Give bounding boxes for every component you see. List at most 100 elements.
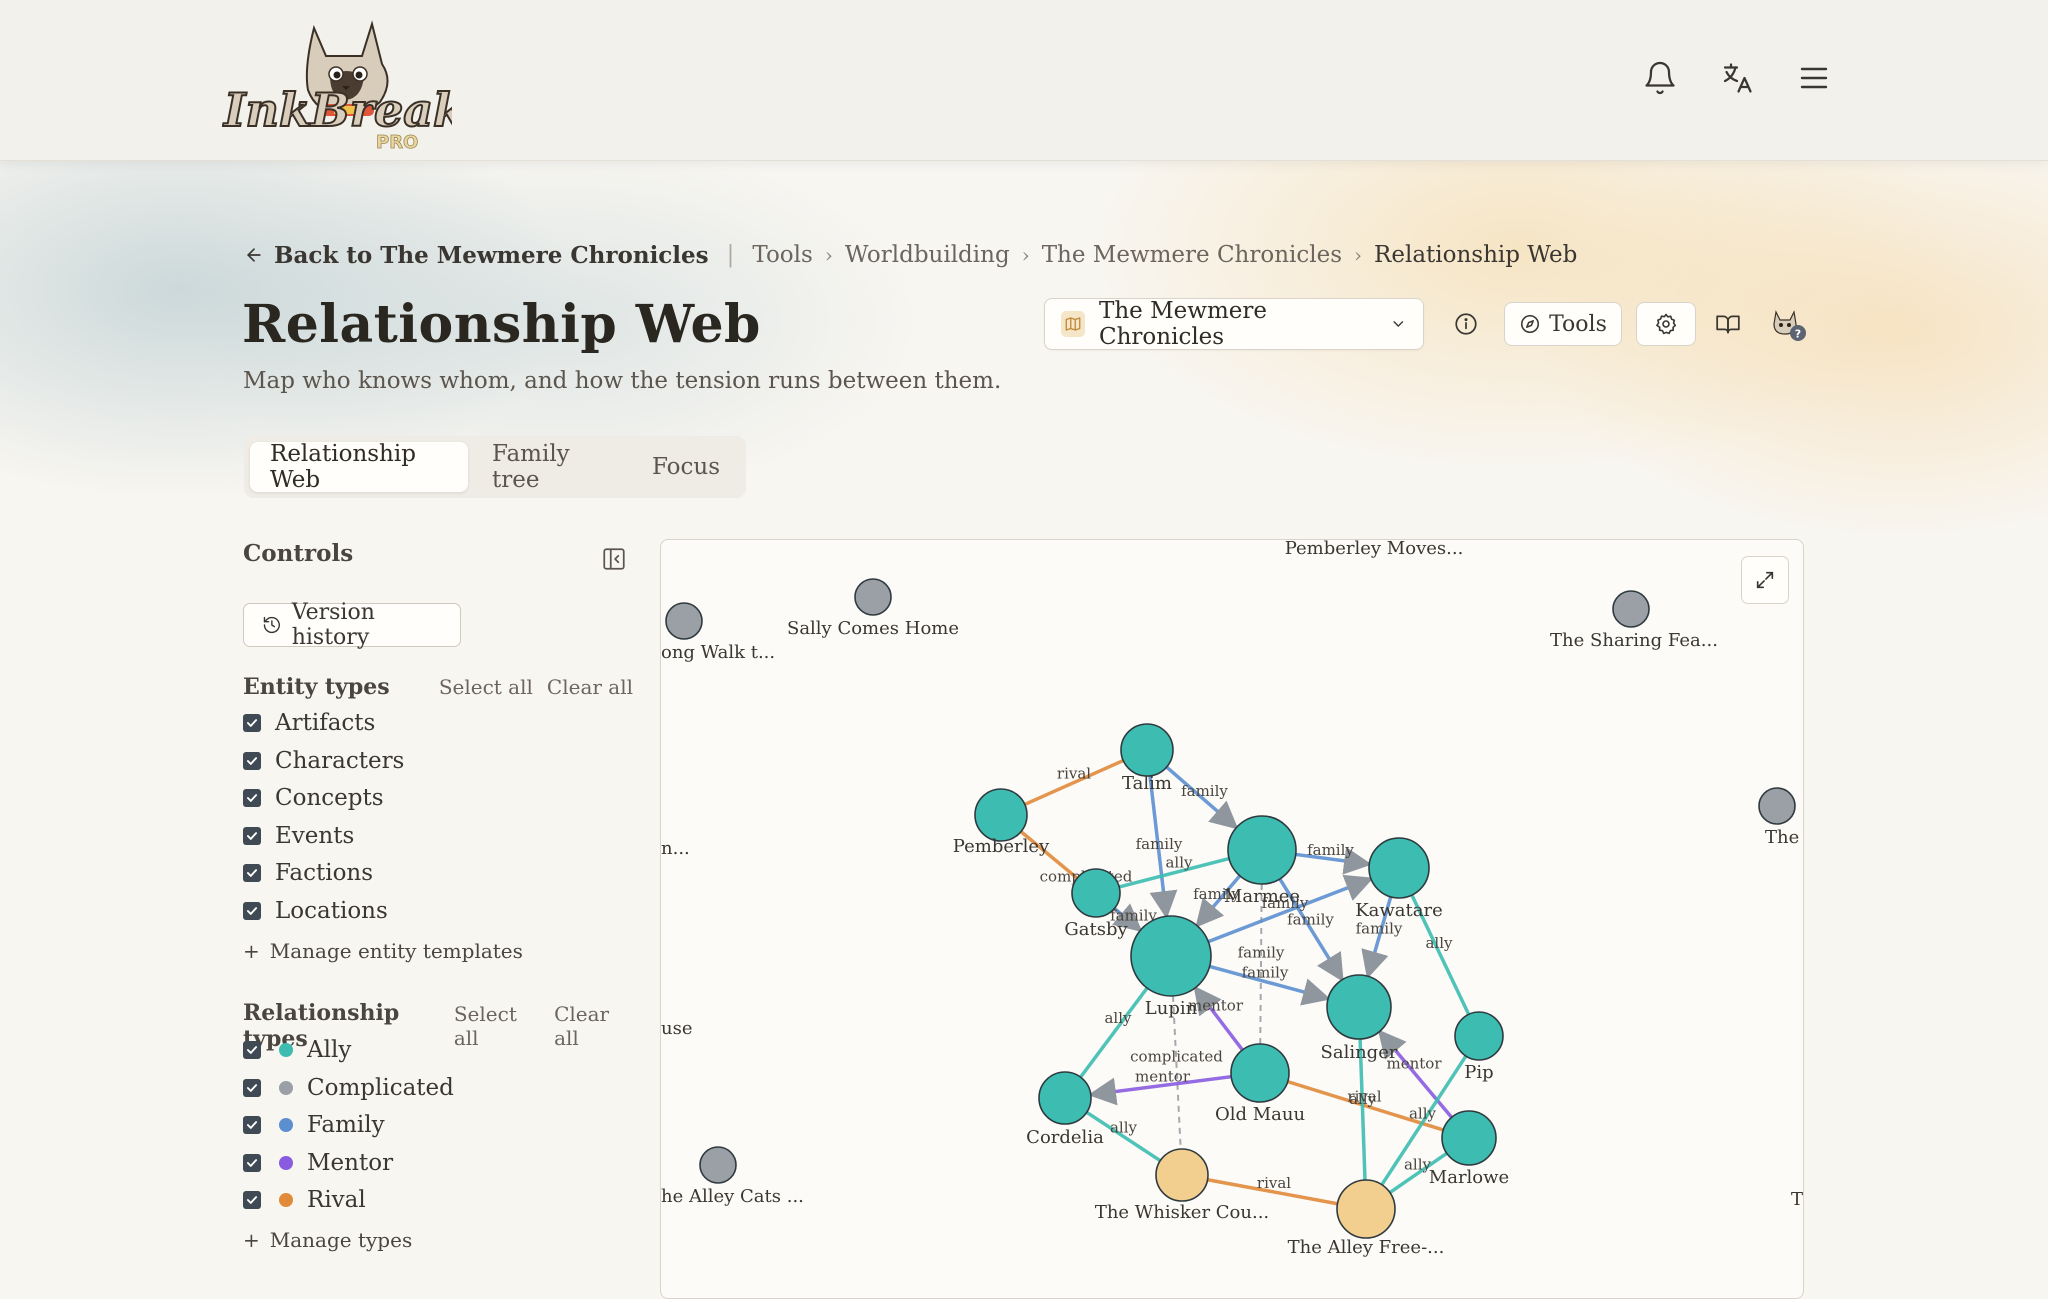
breadcrumb-world[interactable]: The Mewmere Chronicles: [1042, 242, 1342, 268]
entity-clear-all[interactable]: Clear all: [547, 675, 633, 699]
graph-node-label: Talim: [1122, 773, 1172, 794]
relationship-graph-canvas[interactable]: rivalfamilyfamilycomplicatedallyfamilyfa…: [660, 539, 1804, 1299]
graph-node-talim[interactable]: [1120, 723, 1174, 777]
relationship-select-all[interactable]: Select all: [454, 1002, 540, 1050]
graph-edge-label: ally: [1104, 1009, 1132, 1027]
graph-node-label: Pemberley: [953, 836, 1050, 857]
entity-type-checkbox[interactable]: Factions: [243, 860, 373, 886]
graph-node-whisker[interactable]: [1155, 1148, 1209, 1202]
graph-edge-label: ally: [1349, 1090, 1377, 1108]
graph-node-label: Marmee: [1224, 886, 1300, 907]
graph-node-longwalk[interactable]: [665, 602, 703, 640]
graph-node-label: n...: [661, 838, 690, 859]
version-history-button[interactable]: Version history: [243, 600, 461, 650]
tab-family-tree[interactable]: Family tree: [472, 441, 628, 493]
hamburger-menu-icon[interactable]: [1796, 60, 1832, 96]
graph-node-label: The Alley Free-...: [1288, 1237, 1445, 1258]
relationship-color-dot: [279, 1080, 293, 1095]
checkbox-checked-icon[interactable]: [243, 901, 261, 920]
book-open-icon[interactable]: [1708, 302, 1748, 346]
chevron-right-icon: ›: [1021, 243, 1030, 267]
entity-type-checkbox[interactable]: Locations: [243, 898, 388, 924]
graph-node-cordelia[interactable]: [1038, 1071, 1092, 1125]
checkbox-checked-icon[interactable]: [243, 1191, 261, 1209]
tab-focus[interactable]: Focus: [632, 442, 740, 492]
checkbox-checked-icon[interactable]: [243, 714, 261, 732]
relationship-type-label: Mentor: [307, 1149, 394, 1176]
manage-entity-templates-label: Manage entity templates: [269, 939, 523, 963]
back-link[interactable]: Back to The Mewmere Chronicles: [244, 242, 709, 269]
breadcrumb-divider: |: [726, 242, 735, 268]
graph-node-lupin[interactable]: [1130, 915, 1212, 997]
entity-type-checkbox[interactable]: Characters: [243, 748, 404, 774]
breadcrumb-tools[interactable]: Tools: [752, 242, 812, 268]
checkbox-checked-icon[interactable]: [243, 1041, 261, 1059]
relationship-color-dot: [279, 1155, 293, 1170]
graph-edge-label: ally: [1409, 1105, 1437, 1123]
expand-fullscreen-button[interactable]: [1741, 556, 1789, 604]
graph-node-marlowe[interactable]: [1441, 1110, 1497, 1166]
checkbox-checked-icon[interactable]: [243, 789, 261, 807]
graph-node-gatsby[interactable]: [1071, 868, 1121, 918]
checkbox-checked-icon[interactable]: [243, 751, 261, 770]
cat-help-icon[interactable]: ?: [1766, 302, 1810, 346]
checkbox-checked-icon[interactable]: [243, 1116, 261, 1134]
manage-entity-templates-link[interactable]: + Manage entity templates: [243, 939, 523, 963]
entity-select-all[interactable]: Select all: [439, 675, 533, 699]
inkbreaker-logo[interactable]: InkBreaker PRO: [222, 16, 452, 154]
graph-node-label: Old Mauu: [1215, 1104, 1305, 1125]
graph-edge-label: ally: [1425, 934, 1453, 952]
graph-node-kawatare[interactable]: [1368, 837, 1430, 899]
graph-node-label: The Sharing Fea...: [1550, 630, 1718, 651]
svg-text:InkBreaker: InkBreaker: [222, 83, 452, 137]
collapse-panel-icon[interactable]: [601, 546, 627, 572]
map-icon: [1061, 311, 1086, 337]
settings-button[interactable]: [1636, 302, 1696, 346]
entity-type-checkbox[interactable]: Artifacts: [243, 710, 375, 736]
graph-edge-label: family: [1181, 782, 1228, 800]
language-translate-icon[interactable]: [1719, 60, 1755, 96]
arrow-left-icon: [247, 248, 261, 262]
checkbox-checked-icon[interactable]: [243, 1078, 261, 1097]
relationship-type-label: Family: [307, 1112, 385, 1138]
notifications-bell-icon[interactable]: [1642, 60, 1678, 96]
graph-node-pip[interactable]: [1454, 1011, 1504, 1061]
graph-node-alleycats[interactable]: [699, 1146, 737, 1184]
graph-node-oldmauu[interactable]: [1230, 1043, 1290, 1103]
svg-text:?: ?: [1795, 328, 1801, 341]
graph-node-label: he Alley Cats ...: [661, 1186, 804, 1207]
manage-types-link[interactable]: + Manage types: [243, 1228, 412, 1252]
entity-type-checkbox[interactable]: Concepts: [243, 785, 384, 811]
world-selector[interactable]: The Mewmere Chronicles: [1044, 298, 1424, 350]
entity-type-checkbox[interactable]: Events: [243, 823, 354, 849]
graph-node-alleyfree[interactable]: [1336, 1179, 1396, 1239]
entity-types-header: Entity types Select all Clear all: [243, 674, 633, 700]
info-icon[interactable]: [1446, 302, 1486, 346]
checkbox-checked-icon[interactable]: [243, 864, 261, 882]
graph-node-marmee[interactable]: [1227, 815, 1297, 885]
relationship-type-checkbox[interactable]: Family: [243, 1112, 385, 1138]
graph-node-label: Salinger: [1321, 1042, 1398, 1063]
tools-button[interactable]: Tools: [1504, 302, 1622, 346]
graph-node-sharing[interactable]: [1612, 590, 1650, 628]
graph-node-salinger[interactable]: [1326, 974, 1392, 1040]
relationship-type-checkbox[interactable]: Rival: [243, 1187, 366, 1213]
relationship-type-checkbox[interactable]: Ally: [243, 1037, 351, 1063]
graph-node-sally[interactable]: [854, 578, 892, 616]
relationship-clear-all[interactable]: Clear all: [554, 1002, 633, 1050]
relationship-type-checkbox[interactable]: Mentor: [243, 1150, 393, 1176]
manage-types-label: Manage types: [269, 1228, 413, 1252]
checkbox-checked-icon[interactable]: [243, 1153, 261, 1172]
world-selector-value: The Mewmere Chronicles: [1099, 298, 1267, 350]
graph-node-pemberley[interactable]: [974, 788, 1028, 842]
tab-relationship-web[interactable]: Relationship Web: [250, 441, 469, 493]
relationship-graph[interactable]: rivalfamilyfamilycomplicatedallyfamilyfa…: [661, 540, 1804, 1299]
entity-type-label: Factions: [275, 860, 374, 886]
graph-edge-label: complicated: [1130, 1048, 1223, 1066]
relationship-type-checkbox[interactable]: Complicated: [243, 1075, 454, 1101]
graph-edge-label: ally: [1404, 1156, 1432, 1174]
breadcrumb-worldbuilding[interactable]: Worldbuilding: [845, 242, 1010, 268]
checkbox-checked-icon[interactable]: [243, 826, 261, 845]
graph-node-passing[interactable]: [1758, 787, 1796, 825]
page-subtitle: Map who knows whom, and how the tension …: [243, 368, 1002, 394]
